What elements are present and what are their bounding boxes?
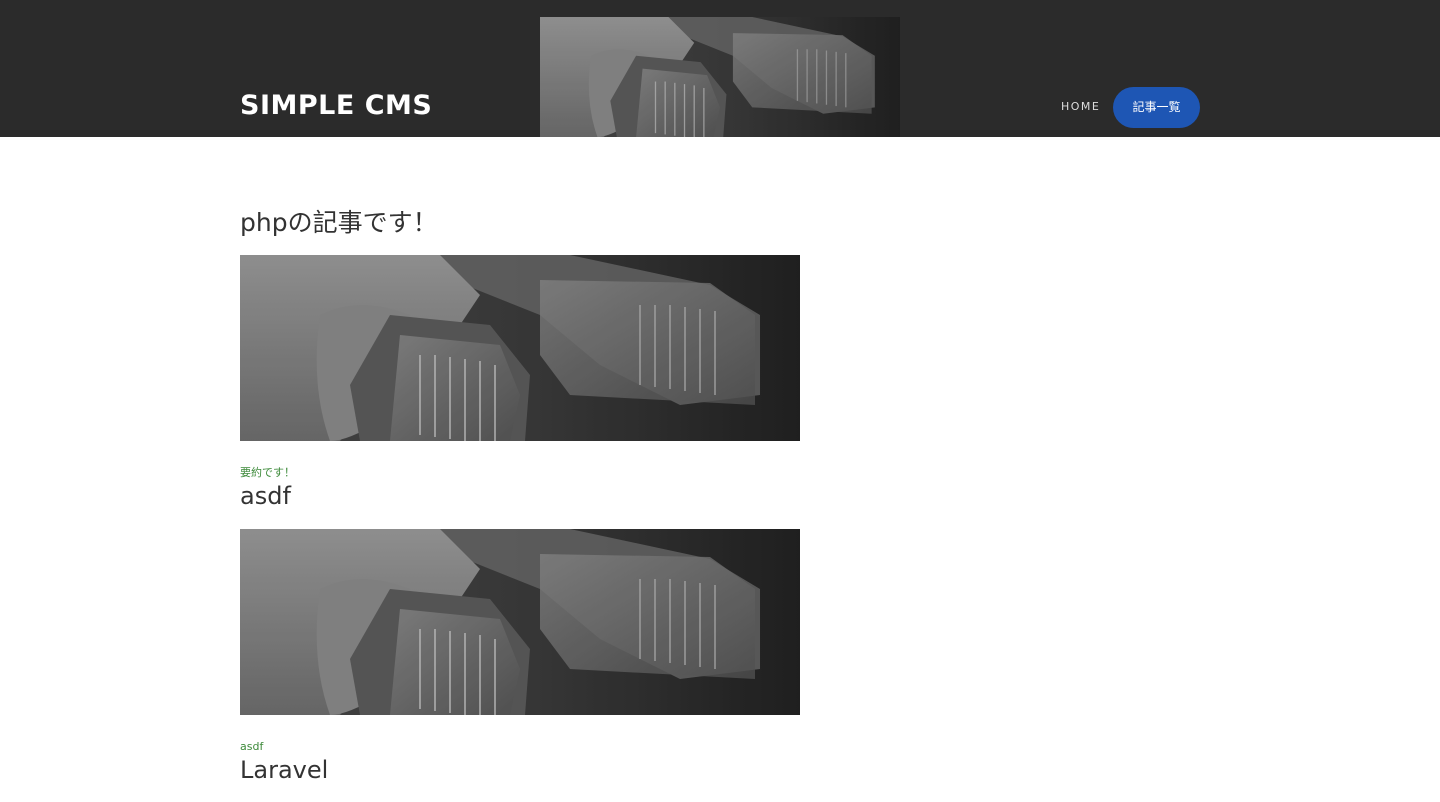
article-card[interactable]: 要約です！ asdf	[240, 255, 800, 512]
page-title: phpの記事です！	[240, 208, 438, 237]
article-thumbnail-image[interactable]	[240, 255, 800, 441]
article-summary: asdf	[240, 740, 264, 753]
site-header: SIMPLE CMS HOME 記事一覧	[0, 0, 1440, 137]
article-thumbnail-image[interactable]	[240, 529, 800, 715]
header-banner-image	[540, 17, 900, 137]
article-title-link[interactable]: Laravel	[240, 754, 800, 786]
article-card[interactable]: asdf Laravel	[240, 529, 800, 786]
article-title-link[interactable]: asdf	[240, 480, 800, 512]
article-summary: 要約です！	[240, 466, 295, 479]
nav-home-link[interactable]: HOME	[1061, 100, 1100, 113]
nav-articles-button[interactable]: 記事一覧	[1113, 87, 1200, 128]
site-title-link[interactable]: SIMPLE CMS	[240, 90, 432, 121]
